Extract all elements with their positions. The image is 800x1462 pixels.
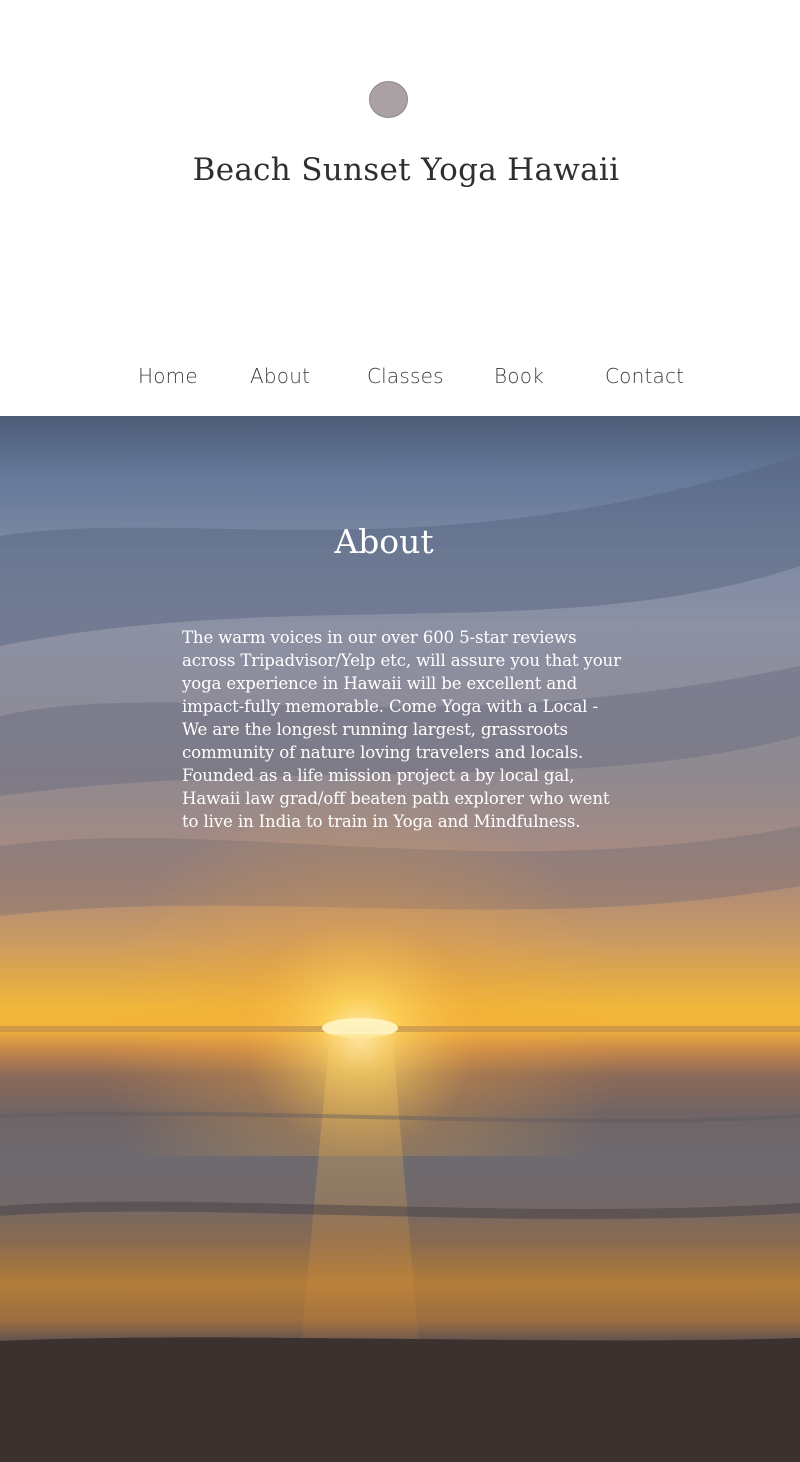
site-title[interactable]: Beach Sunset Yoga Hawaii [0,152,800,188]
nav-item-book[interactable]: Book [494,364,544,388]
sunset-background-image [0,456,800,1462]
site-header: Beach Sunset Yoga Hawaii Home About Clas… [0,0,800,416]
nav-item-classes[interactable]: Classes [367,364,444,388]
nav-item-contact[interactable]: Contact [605,364,684,388]
about-section: About The warm voices in our over 600 5-… [0,416,800,1462]
about-body-text: The warm voices in our over 600 5-star r… [182,628,621,831]
nav-item-about[interactable]: About [250,364,310,388]
nav-item-home[interactable]: Home [138,364,198,388]
logo-icon[interactable] [369,81,408,118]
about-heading: About [334,522,434,561]
main-nav: Home About Classes Book Contact [0,364,800,396]
